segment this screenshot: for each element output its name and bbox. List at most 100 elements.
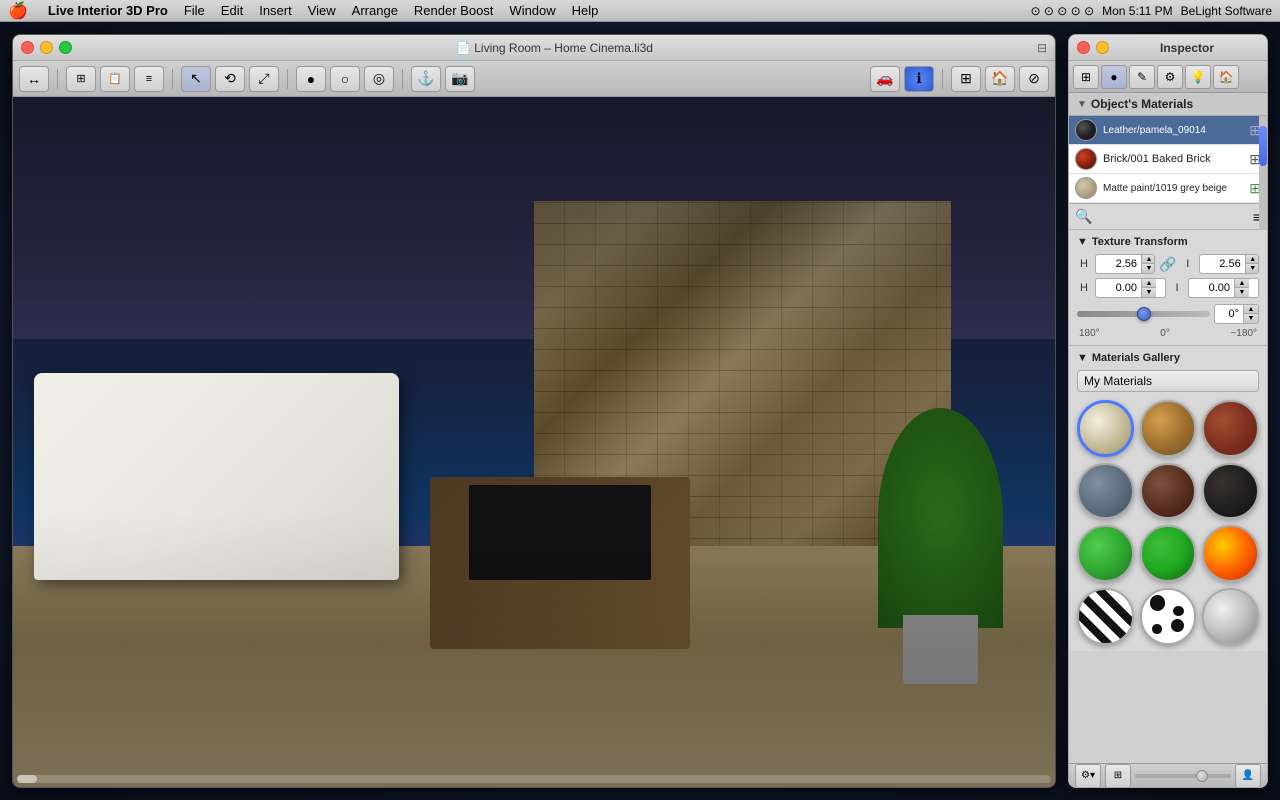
compass-btn[interactable]: ⊘ bbox=[1019, 66, 1049, 92]
viewport-scrollthumb[interactable] bbox=[17, 775, 37, 783]
tt-voffset-input[interactable] bbox=[1189, 281, 1234, 295]
inspector-tab-settings[interactable]: ⚙ bbox=[1157, 65, 1183, 89]
gallery-item-fire[interactable] bbox=[1202, 525, 1259, 582]
angle-min-label: 180° bbox=[1079, 328, 1100, 339]
menu-view[interactable]: View bbox=[308, 3, 336, 18]
material-item-0[interactable]: Leather/pamela_09014 ⊞ bbox=[1069, 116, 1267, 145]
gallery-item-stone[interactable] bbox=[1077, 463, 1134, 520]
section-arrow: ▼ bbox=[1077, 99, 1087, 110]
gallery-item-green[interactable] bbox=[1077, 525, 1134, 582]
angle-thumb[interactable] bbox=[1137, 307, 1151, 321]
anchor-btn[interactable]: ⚓ bbox=[411, 66, 441, 92]
plant-leaves bbox=[878, 408, 1003, 629]
angle-track[interactable] bbox=[1077, 311, 1210, 317]
gallery-dropdown[interactable]: My Materials Standard Custom bbox=[1077, 370, 1259, 392]
tt-v-up[interactable]: ▲ bbox=[1246, 255, 1259, 264]
menu-edit[interactable]: Edit bbox=[221, 3, 243, 18]
bottom-slider-thumb[interactable] bbox=[1196, 770, 1208, 782]
gallery-item-spots[interactable] bbox=[1140, 588, 1197, 645]
tt-h-down[interactable]: ▼ bbox=[1142, 264, 1155, 273]
point-btn[interactable]: ● bbox=[296, 66, 326, 92]
angle-down[interactable]: ▼ bbox=[1244, 314, 1258, 323]
rotate-btn[interactable]: ⟲ bbox=[215, 66, 245, 92]
inspector-tab-object[interactable]: ⊞ bbox=[1073, 65, 1099, 89]
bottom-grid-btn[interactable]: ⊞ bbox=[1105, 764, 1131, 788]
gallery-item-wood[interactable] bbox=[1140, 400, 1197, 457]
tt-voffset-up[interactable]: ▲ bbox=[1235, 279, 1249, 288]
gallery-item-brick[interactable] bbox=[1202, 400, 1259, 457]
inspector-content: ▼ Object's Materials Leather/pamela_0901… bbox=[1069, 93, 1267, 763]
inspector-tab-light[interactable]: 💡 bbox=[1185, 65, 1211, 89]
tt-voffset-down[interactable]: ▼ bbox=[1235, 288, 1249, 297]
tt-v-down[interactable]: ▼ bbox=[1246, 264, 1259, 273]
inspector-close[interactable] bbox=[1077, 41, 1090, 54]
tt-v-label: I bbox=[1181, 258, 1195, 270]
select-btn[interactable]: ↖ bbox=[181, 66, 211, 92]
gallery-item-silver[interactable] bbox=[1202, 588, 1259, 645]
time-display: Mon 5:11 PM bbox=[1102, 4, 1172, 18]
tt-voffset-group[interactable]: ▲ ▼ bbox=[1188, 278, 1259, 298]
angle-value: 0° bbox=[1215, 307, 1243, 321]
gallery-item-dark[interactable] bbox=[1202, 463, 1259, 520]
menu-arrange[interactable]: Arrange bbox=[352, 3, 398, 18]
window-resize[interactable]: ⊟ bbox=[1037, 41, 1047, 55]
tv-screen bbox=[469, 485, 651, 580]
maximize-button[interactable] bbox=[59, 41, 72, 54]
tt-v-input-group[interactable]: ▲ ▼ bbox=[1199, 254, 1259, 274]
inspector-tab-material[interactable]: ● bbox=[1101, 65, 1127, 89]
car-btn[interactable]: 🚗 bbox=[870, 66, 900, 92]
bottom-person-btn[interactable]: 👤 bbox=[1235, 764, 1261, 788]
sep4 bbox=[402, 69, 403, 89]
tt-h-up[interactable]: ▲ bbox=[1142, 255, 1155, 264]
grid-btn[interactable]: ⊞ bbox=[951, 66, 981, 92]
camera-btn[interactable]: 📷 bbox=[445, 66, 475, 92]
gallery-item-cream[interactable] bbox=[1077, 400, 1134, 457]
inspector-min[interactable] bbox=[1096, 41, 1109, 54]
bottom-slider[interactable] bbox=[1135, 774, 1231, 778]
floorplan-btn[interactable]: ⊞ bbox=[66, 66, 96, 92]
gallery-item-zebra[interactable] bbox=[1077, 588, 1134, 645]
link-icon[interactable]: 🔗 bbox=[1159, 256, 1176, 273]
view3d-btn[interactable]: ≡ bbox=[134, 66, 164, 92]
main-container: 📄 Living Room – Home Cinema.li3d ⊟ ↔ ⊞ 📋… bbox=[0, 22, 1280, 800]
gallery-title: Materials Gallery bbox=[1092, 352, 1180, 364]
scale-btn[interactable]: ⤢ bbox=[249, 66, 279, 92]
gallery-item-green2[interactable] bbox=[1140, 525, 1197, 582]
tt-hoffset-up[interactable]: ▲ bbox=[1142, 279, 1156, 288]
home-btn[interactable]: 🏠 bbox=[985, 66, 1015, 92]
angle-labels: 180° 0° −180° bbox=[1077, 328, 1259, 339]
menu-window[interactable]: Window bbox=[509, 3, 555, 18]
eyedropper-icon[interactable]: 🔍 bbox=[1075, 208, 1092, 225]
menu-help[interactable]: Help bbox=[572, 3, 599, 18]
menu-insert[interactable]: Insert bbox=[259, 3, 292, 18]
view2d-btn[interactable]: 📋 bbox=[100, 66, 130, 92]
tt-h-input-group[interactable]: ▲ ▼ bbox=[1095, 254, 1155, 274]
viewport-scrollbar[interactable] bbox=[17, 775, 1051, 783]
inspector-tab-home[interactable]: 🏠 bbox=[1213, 65, 1239, 89]
materials-scrollbar[interactable] bbox=[1259, 116, 1267, 230]
minimize-button[interactable] bbox=[40, 41, 53, 54]
material-item-2[interactable]: Matte paint/1019 grey beige ⊞ bbox=[1069, 174, 1267, 203]
tt-hoffset-input[interactable] bbox=[1096, 281, 1141, 295]
tt-hoffset-group[interactable]: ▲ ▼ bbox=[1095, 278, 1166, 298]
bottom-settings-btn[interactable]: ⚙▾ bbox=[1075, 764, 1101, 788]
app-name[interactable]: Live Interior 3D Pro bbox=[48, 3, 168, 18]
menu-render[interactable]: Render Boost bbox=[414, 3, 494, 18]
close-button[interactable] bbox=[21, 41, 34, 54]
angle-up[interactable]: ▲ bbox=[1244, 305, 1258, 314]
materials-scrollbar-thumb[interactable] bbox=[1259, 126, 1267, 166]
tt-hoffset-down[interactable]: ▼ bbox=[1142, 288, 1156, 297]
menu-file[interactable]: File bbox=[184, 3, 205, 18]
back-forward-btn[interactable]: ↔ bbox=[19, 66, 49, 92]
circle-btn[interactable]: ○ bbox=[330, 66, 360, 92]
gallery-item-brown[interactable] bbox=[1140, 463, 1197, 520]
info-btn[interactable]: ℹ bbox=[904, 66, 934, 92]
angle-degree-input[interactable]: 0° ▲ ▼ bbox=[1214, 304, 1259, 324]
viewport[interactable] bbox=[13, 97, 1055, 787]
apple-menu[interactable]: 🍎 bbox=[8, 1, 28, 21]
tt-h-input[interactable] bbox=[1096, 257, 1141, 271]
material-item-1[interactable]: Brick/001 Baked Brick ⊞ bbox=[1069, 145, 1267, 174]
tt-v-input[interactable] bbox=[1200, 257, 1245, 271]
inspector-tab-edit[interactable]: ✎ bbox=[1129, 65, 1155, 89]
ellipse-btn[interactable]: ◎ bbox=[364, 66, 394, 92]
